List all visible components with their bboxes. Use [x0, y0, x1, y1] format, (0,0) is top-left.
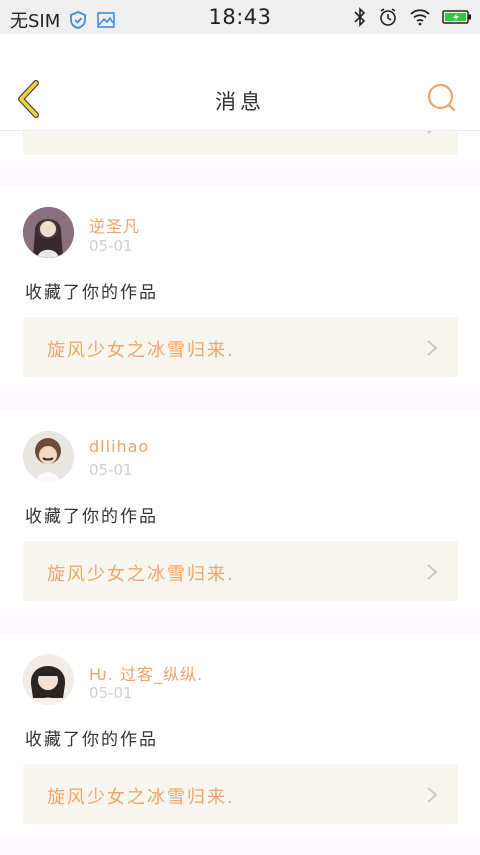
avatar-image — [23, 431, 74, 482]
alarm-icon — [380, 8, 396, 26]
separator — [0, 392, 480, 411]
message-list[interactable]: 逆圣凡 05-01 收藏了你的作品 旋风少女之冰雪归来. dllihao 05-… — [0, 131, 480, 855]
username[interactable]: 逆圣凡 — [89, 213, 140, 237]
work-title: 旋风少女之冰雪归来. — [47, 340, 235, 361]
separator — [0, 168, 480, 187]
status-right — [353, 7, 472, 27]
avatar-image — [23, 207, 74, 258]
username[interactable]: dllihao — [89, 437, 149, 456]
message-date: 05-01 — [89, 684, 133, 702]
header: 消息 — [0, 34, 480, 131]
message-action: 收藏了你的作品 — [25, 730, 158, 750]
avatar-image — [23, 654, 74, 705]
work-card[interactable]: 旋风少女之冰雪归来. — [23, 764, 458, 824]
status-bar: 无SIM 18:43 — [0, 0, 480, 34]
work-title: 旋风少女之冰雪归来. — [47, 787, 235, 808]
chevron-right-icon — [427, 787, 438, 803]
message-date: 05-01 — [89, 237, 133, 255]
avatar[interactable] — [23, 207, 74, 258]
battery-icon — [442, 10, 471, 24]
separator — [0, 616, 480, 635]
bluetooth-icon — [354, 7, 366, 27]
avatar[interactable] — [23, 431, 74, 482]
chevron-right-icon — [427, 131, 432, 134]
work-card-partial[interactable] — [23, 131, 458, 155]
message-date: 05-01 — [89, 461, 133, 479]
message-action: 收藏了你的作品 — [25, 507, 158, 527]
separator — [0, 839, 480, 855]
chevron-right-icon — [427, 340, 438, 356]
chevron-right-icon — [427, 564, 438, 580]
avatar[interactable] — [23, 654, 74, 705]
wifi-icon — [410, 9, 430, 26]
message-action: 收藏了你的作品 — [25, 283, 158, 303]
search-icon[interactable] — [426, 82, 458, 114]
page-title: 消息 — [215, 90, 265, 114]
username[interactable]: Ƕ. 过客_纵纵. — [89, 661, 203, 685]
work-title: 旋风少女之冰雪归来. — [47, 564, 235, 585]
work-card[interactable]: 旋风少女之冰雪归来. — [23, 317, 458, 377]
work-card[interactable]: 旋风少女之冰雪归来. — [23, 541, 458, 601]
